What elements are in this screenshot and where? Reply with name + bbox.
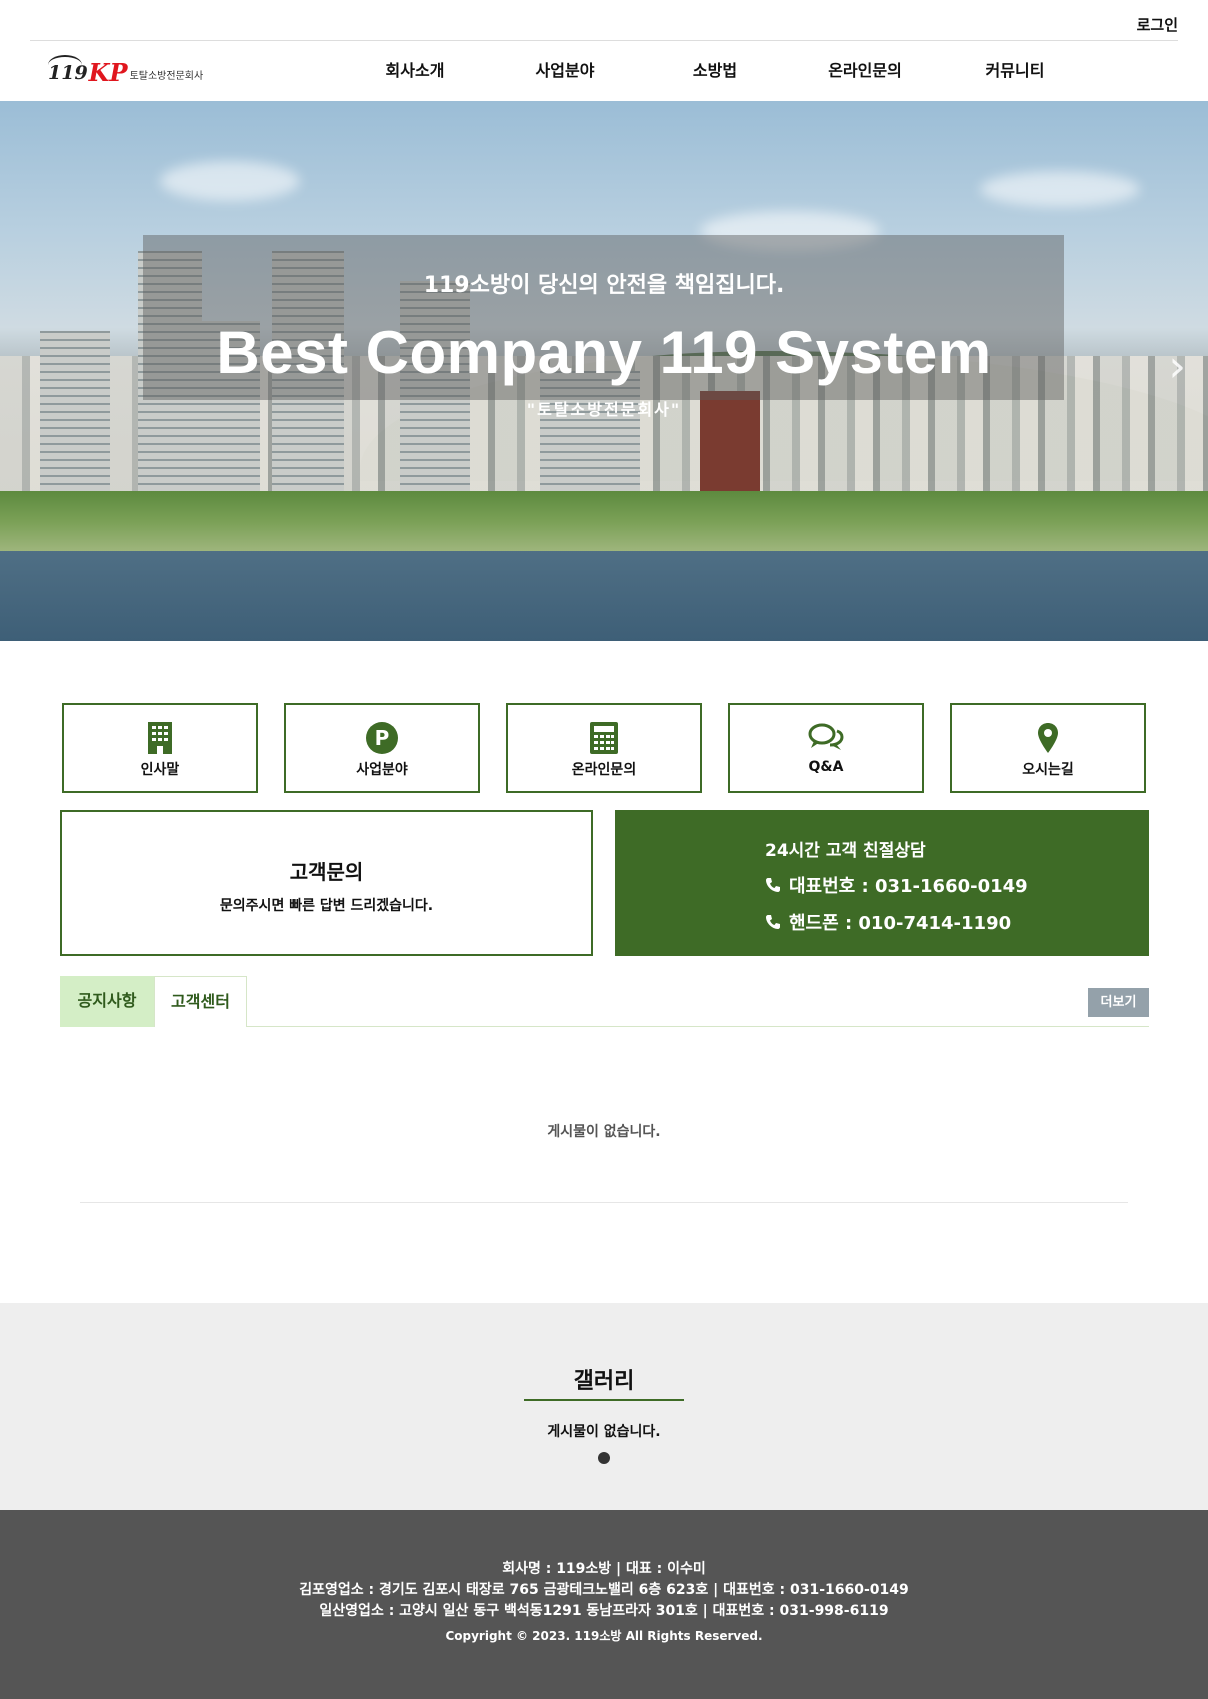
main-phone-text: 대표번호 : 031-1660-0149 <box>789 876 1028 897</box>
calculator-icon <box>508 719 700 757</box>
footer-gimpo-office: 김포영업소 : 경기도 김포시 태장로 765 금광테크노밸리 6층 623호 … <box>299 1582 909 1598</box>
hero-banner: 119소방이 당신의 안전을 책임집니다. Best Company 119 S… <box>0 101 1208 641</box>
river <box>0 551 1208 641</box>
svg-text:P: P <box>375 726 390 750</box>
mobile-phone-text: 핸드폰 : 010-7414-1190 <box>789 913 1012 934</box>
inquiry-description: 문의주시면 빠른 답변 드리겠습니다. <box>219 898 434 914</box>
gallery-empty-message: 게시물이 없습니다. <box>547 1424 661 1440</box>
quick-qna[interactable]: Q&A <box>728 703 924 793</box>
nav-company[interactable]: 회사소개 <box>340 41 490 101</box>
hero-tagline: "토탈소방전문회사" <box>526 400 682 419</box>
main-nav: 회사소개 사업분야 소방법 온라인문의 커뮤니티 <box>340 41 1090 101</box>
hero-title: Best Company 119 System <box>216 319 992 386</box>
phone-icon <box>766 878 780 892</box>
gallery-section: 갤러리 게시물이 없습니다. <box>0 1303 1208 1510</box>
gallery-pager-dot[interactable] <box>598 1452 610 1464</box>
footer-ilsan-office: 일산영업소 : 고양시 일산 동구 백석동1291 동남프라자 301호 | 대… <box>319 1603 889 1619</box>
nav-fire-law[interactable]: 소방법 <box>640 41 790 101</box>
board-empty-message: 게시물이 없습니다. <box>547 1124 661 1140</box>
header: 119 KP 토탈소방전문회사 회사소개 사업분야 소방법 온라인문의 커뮤니티 <box>0 41 1208 101</box>
call-title: 24시간 고객 친절상담 <box>765 841 926 861</box>
hero-subtitle: 119소방이 당신의 안전을 책임집니다. <box>423 273 785 298</box>
parking-circle-icon: P <box>286 719 478 757</box>
logo-subtitle: 토탈소방전문회사 <box>129 71 204 82</box>
inquiry-title: 고객문의 <box>289 860 364 884</box>
logo[interactable]: 119 KP 토탈소방전문회사 <box>48 55 203 87</box>
riverbank-park <box>0 491 1208 551</box>
building-icon <box>64 719 256 757</box>
gallery-title-underline <box>524 1399 684 1401</box>
quick-business[interactable]: P 사업분야 <box>284 703 480 793</box>
chevron-right-icon[interactable]: › <box>1168 341 1186 392</box>
quick-label: 인사말 <box>140 762 180 778</box>
more-button[interactable]: 더보기 <box>1088 988 1149 1017</box>
top-bar: 로그인 <box>0 0 1208 41</box>
footer-company: 회사명 : 119소방 | 대표 : 이수미 <box>502 1561 706 1577</box>
cloud <box>160 161 300 201</box>
nav-community[interactable]: 커뮤니티 <box>940 41 1090 101</box>
quick-label: 사업분야 <box>356 762 408 778</box>
quick-menu: 인사말 P 사업분야 온라인문의 Q&A 오시는길 <box>62 703 1146 793</box>
main-phone-row[interactable]: 대표번호 : 031-1660-0149 <box>765 872 1028 898</box>
tab-notice[interactable]: 공지사항 <box>60 976 154 1027</box>
gallery-title: 갤러리 <box>573 1369 635 1394</box>
map-pin-icon <box>952 719 1144 757</box>
quick-label: 온라인문의 <box>571 762 637 778</box>
quick-label: Q&A <box>808 759 844 775</box>
login-link[interactable]: 로그인 <box>1137 14 1178 35</box>
logo-arc <box>48 55 82 75</box>
footer: 회사명 : 119소방 | 대표 : 이수미 김포영업소 : 경기도 김포시 태… <box>0 1510 1208 1699</box>
quick-greeting[interactable]: 인사말 <box>62 703 258 793</box>
customer-inquiry-box[interactable]: 고객문의 문의주시면 빠른 답변 드리겠습니다. <box>60 810 593 956</box>
tab-customer-center[interactable]: 고객센터 <box>154 976 247 1027</box>
call-center-box: 24시간 고객 친절상담 대표번호 : 031-1660-0149 핸드폰 : … <box>615 810 1149 956</box>
board-divider <box>80 1202 1128 1203</box>
nav-business[interactable]: 사업분야 <box>490 41 640 101</box>
cloud <box>980 171 1140 207</box>
chat-bubbles-icon <box>730 719 922 757</box>
footer-copyright: Copyright © 2023. 119소방 All Rights Reser… <box>445 1629 763 1643</box>
phone-icon <box>766 915 780 929</box>
nav-online-inquiry[interactable]: 온라인문의 <box>790 41 940 101</box>
logo-kp: KP <box>88 58 128 87</box>
quick-label: 오시는길 <box>1022 762 1074 778</box>
quick-online-inquiry[interactable]: 온라인문의 <box>506 703 702 793</box>
board-tabs: 공지사항 고객센터 더보기 <box>60 976 1149 1027</box>
mobile-phone-row[interactable]: 핸드폰 : 010-7414-1190 <box>765 909 1011 935</box>
quick-directions[interactable]: 오시는길 <box>950 703 1146 793</box>
